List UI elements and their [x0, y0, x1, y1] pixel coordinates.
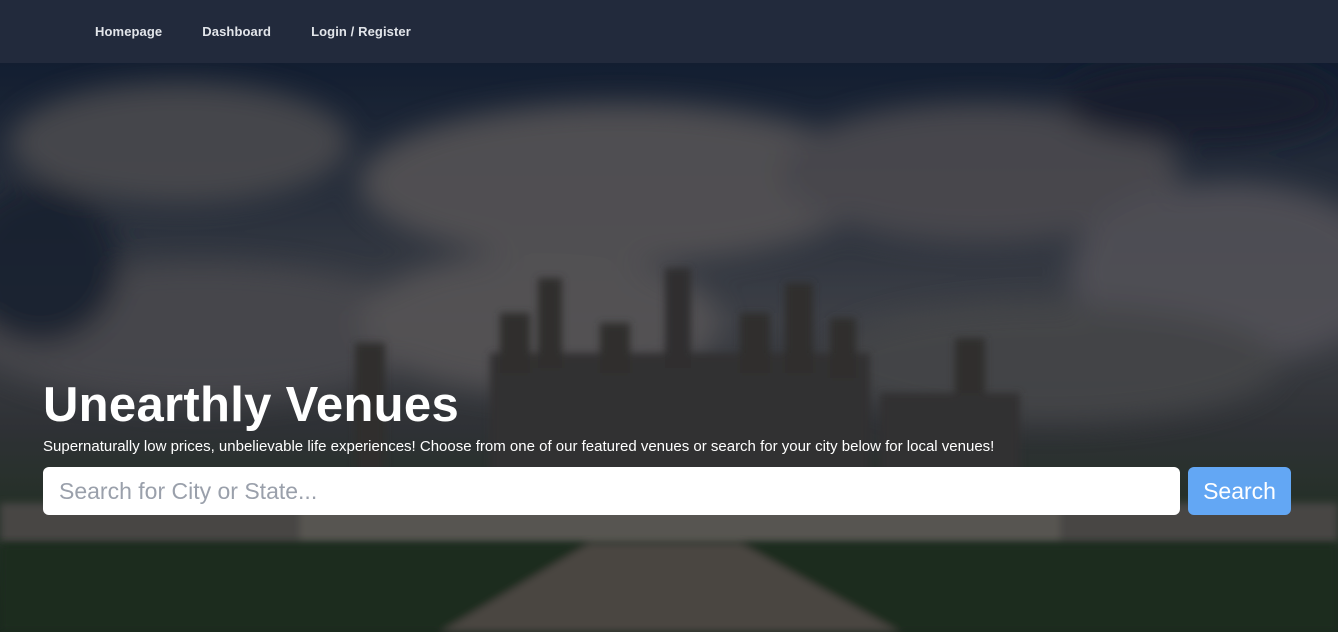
- nav-links: Homepage Dashboard Login / Register: [95, 0, 411, 63]
- nav-link-homepage[interactable]: Homepage: [95, 24, 162, 39]
- search-button[interactable]: Search: [1188, 467, 1291, 515]
- search-bar: Search: [43, 467, 1291, 515]
- hero-dark-overlay: [0, 63, 1338, 632]
- nav-link-dashboard[interactable]: Dashboard: [202, 24, 271, 39]
- hero-title: Unearthly Venues: [43, 378, 460, 432]
- top-navbar: Homepage Dashboard Login / Register: [0, 0, 1338, 63]
- nav-link-login-register[interactable]: Login / Register: [311, 24, 411, 39]
- hero-subtitle: Supernaturally low prices, unbelievable …: [43, 438, 995, 455]
- hero-content: Unearthly Venues Supernaturally low pric…: [43, 376, 1293, 515]
- hero-section: Unearthly Venues Supernaturally low pric…: [0, 63, 1338, 632]
- search-input[interactable]: [43, 467, 1180, 515]
